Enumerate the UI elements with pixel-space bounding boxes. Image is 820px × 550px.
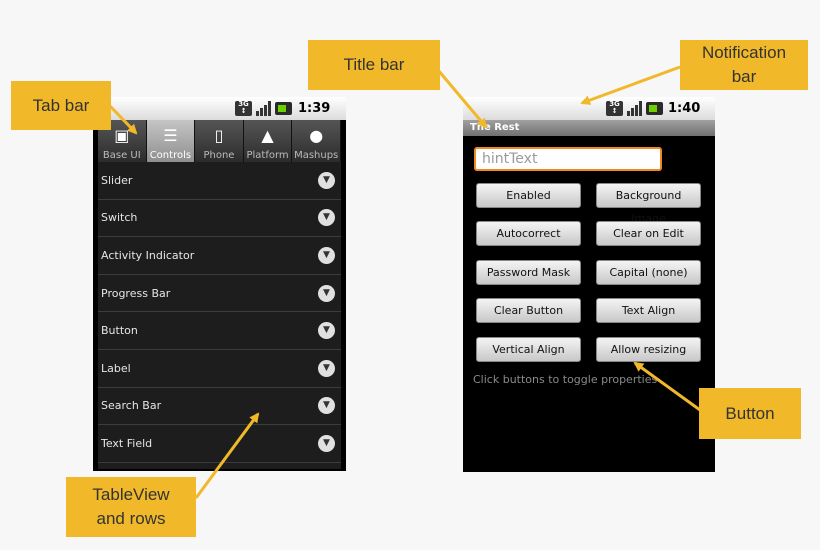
- notification-bar-arrow: [580, 65, 681, 105]
- title-bar-arrow: [436, 69, 488, 129]
- tab-bar-arrow: [108, 104, 138, 135]
- tableview-arrow: [194, 412, 260, 499]
- button-callout: Button: [699, 388, 801, 439]
- button-arrow: [633, 361, 701, 412]
- tableview-callout: TableView and rows: [66, 477, 196, 537]
- notification-bar-callout: Notification bar: [680, 40, 808, 90]
- title-bar-callout: Title bar: [308, 40, 440, 90]
- tab-bar-callout: Tab bar: [11, 81, 111, 130]
